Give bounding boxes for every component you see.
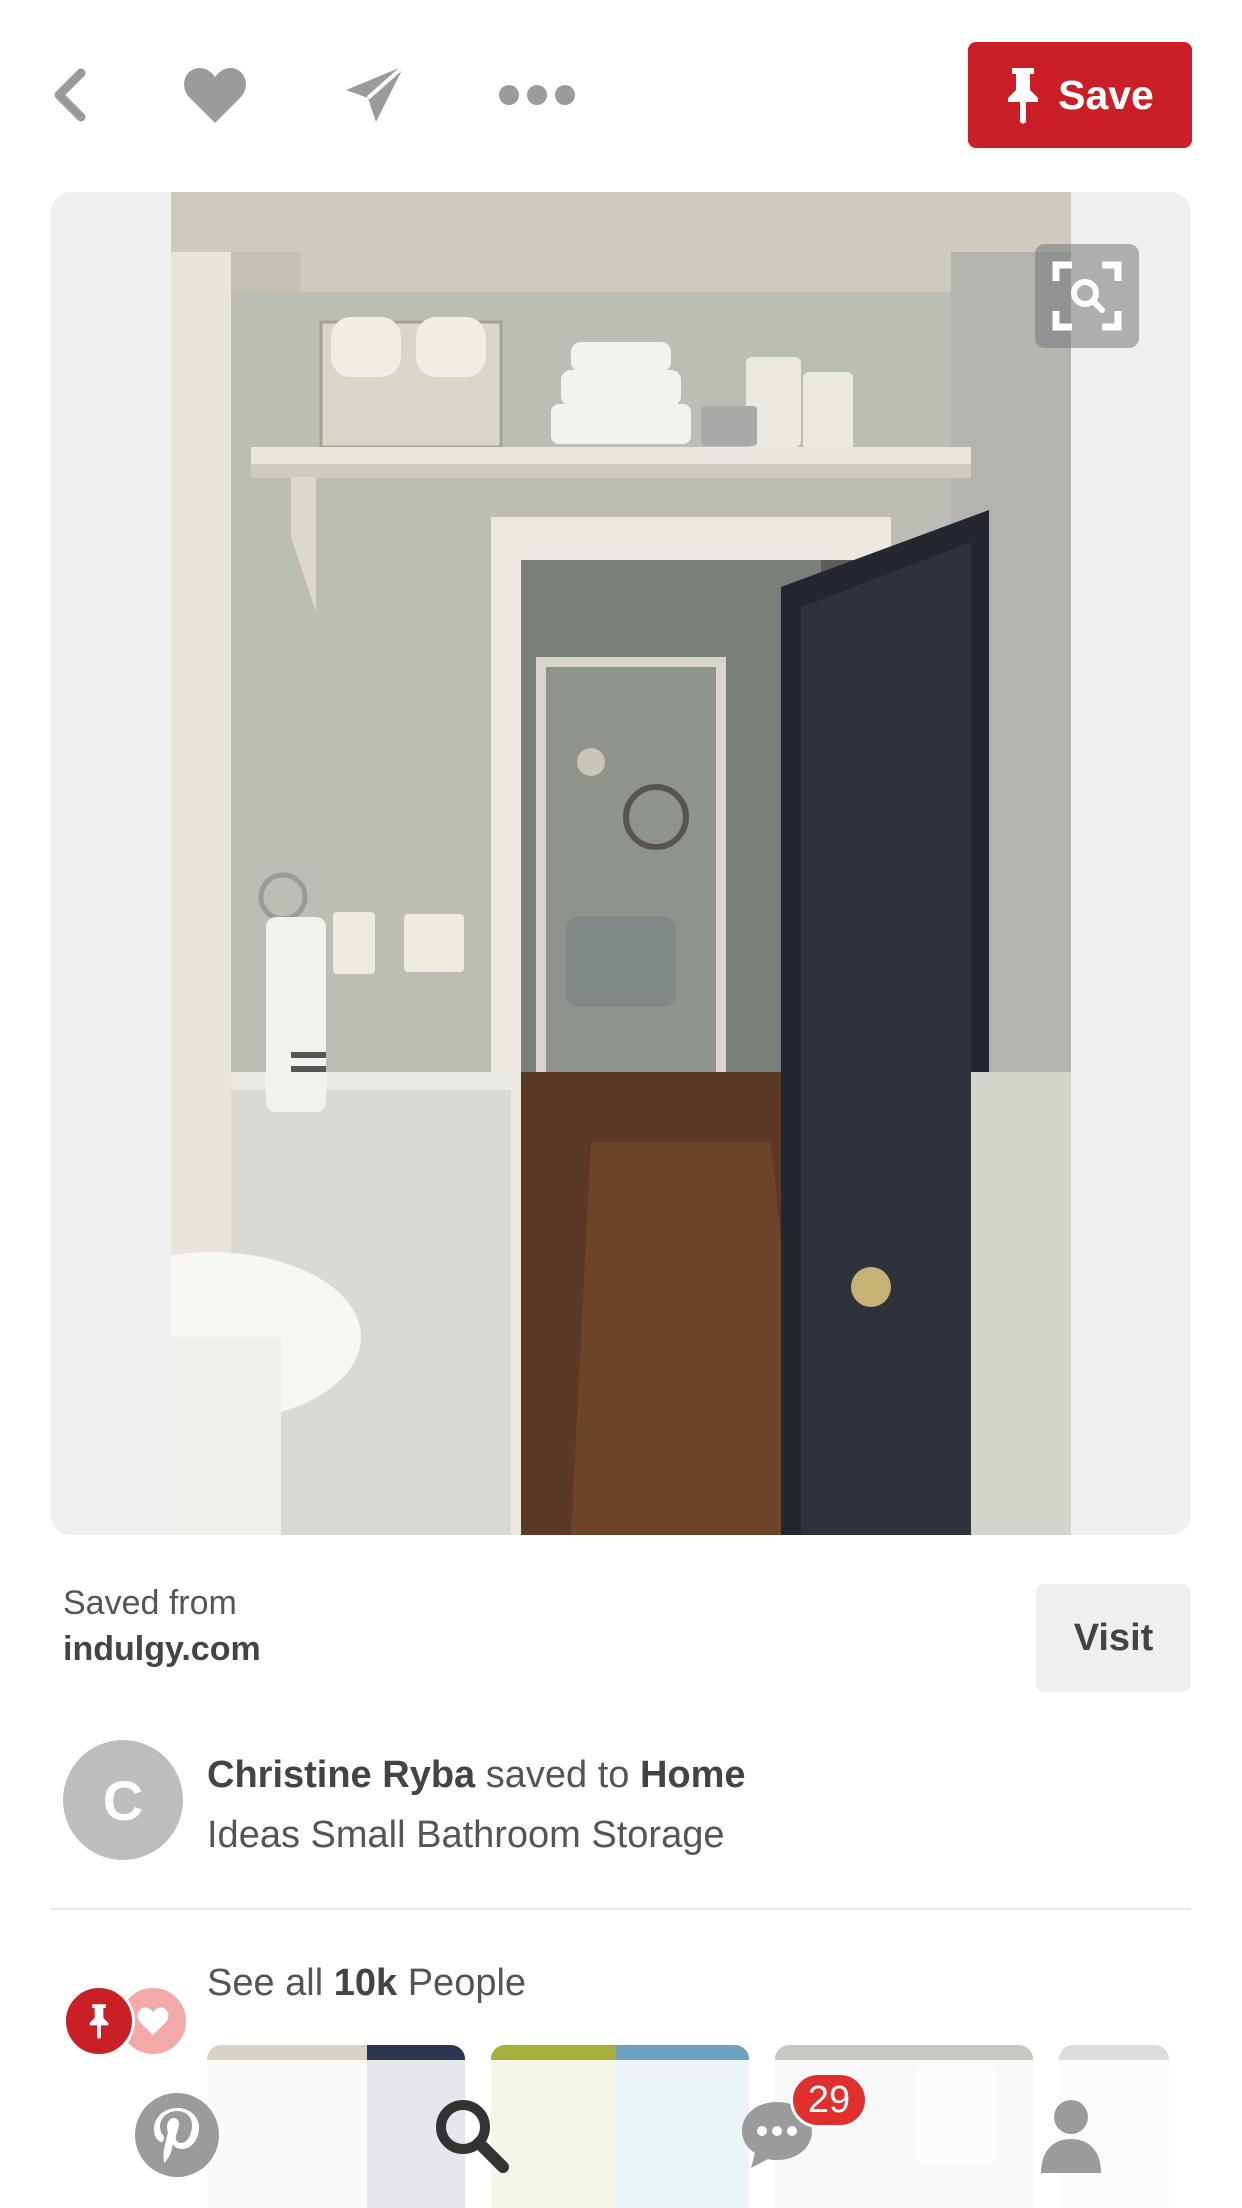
save-label: Save bbox=[1058, 71, 1154, 118]
avatar[interactable]: C bbox=[63, 1740, 183, 1860]
back-button[interactable] bbox=[25, 50, 115, 140]
send-button[interactable] bbox=[330, 50, 420, 140]
bottom-tab-bar bbox=[0, 2060, 1242, 2208]
source-domain[interactable]: indulgy.com bbox=[63, 1630, 261, 1669]
notification-badge: 29 bbox=[790, 2072, 868, 2128]
tab-profile[interactable] bbox=[1016, 2080, 1126, 2190]
save-button[interactable]: Save bbox=[968, 42, 1192, 148]
saved-from-label: Saved from bbox=[63, 1584, 237, 1622]
divider bbox=[51, 1908, 1191, 1910]
heart-icon bbox=[184, 68, 246, 123]
saves-badge bbox=[63, 1985, 135, 2057]
saved-to-text: saved to bbox=[475, 1754, 640, 1796]
visual-search-icon bbox=[1052, 261, 1122, 331]
people-count: 10k bbox=[333, 1962, 398, 2004]
pin-icon bbox=[1008, 68, 1039, 124]
board-name-rest[interactable]: Ideas Small Bathroom Storage bbox=[207, 1814, 725, 1856]
avatar-letter: C bbox=[102, 1768, 144, 1832]
profile-icon bbox=[1041, 2100, 1101, 2173]
top-toolbar: Save bbox=[0, 0, 1242, 190]
tab-home[interactable] bbox=[122, 2080, 232, 2190]
visit-button[interactable]: Visit bbox=[1036, 1584, 1191, 1692]
send-icon bbox=[346, 64, 406, 122]
visit-label: Visit bbox=[1073, 1616, 1154, 1659]
chevron-left-icon bbox=[54, 68, 86, 122]
notification-count: 29 bbox=[807, 2078, 851, 2121]
pin-photo bbox=[171, 192, 1071, 1535]
search-icon bbox=[436, 2100, 509, 2173]
user-name[interactable]: Christine Ryba bbox=[207, 1754, 475, 1796]
pin-image-card[interactable] bbox=[51, 192, 1191, 1535]
pin-small-icon bbox=[89, 2004, 109, 2039]
visual-search-button[interactable] bbox=[1035, 244, 1139, 348]
heart-small-icon bbox=[137, 2007, 169, 2035]
pinterest-icon bbox=[135, 2093, 219, 2177]
see-all-people-link[interactable]: See all 10k People bbox=[207, 1962, 526, 2005]
see-all-suffix: People bbox=[397, 1962, 527, 2004]
more-button[interactable] bbox=[492, 50, 582, 140]
tab-search[interactable] bbox=[416, 2080, 526, 2190]
like-button[interactable] bbox=[170, 50, 260, 140]
more-icon bbox=[499, 85, 575, 105]
attribution-text: Christine Ryba saved to Home Ideas Small… bbox=[207, 1745, 1107, 1865]
board-name-first[interactable]: Home bbox=[640, 1754, 746, 1796]
see-all-prefix: See all bbox=[207, 1962, 334, 2004]
